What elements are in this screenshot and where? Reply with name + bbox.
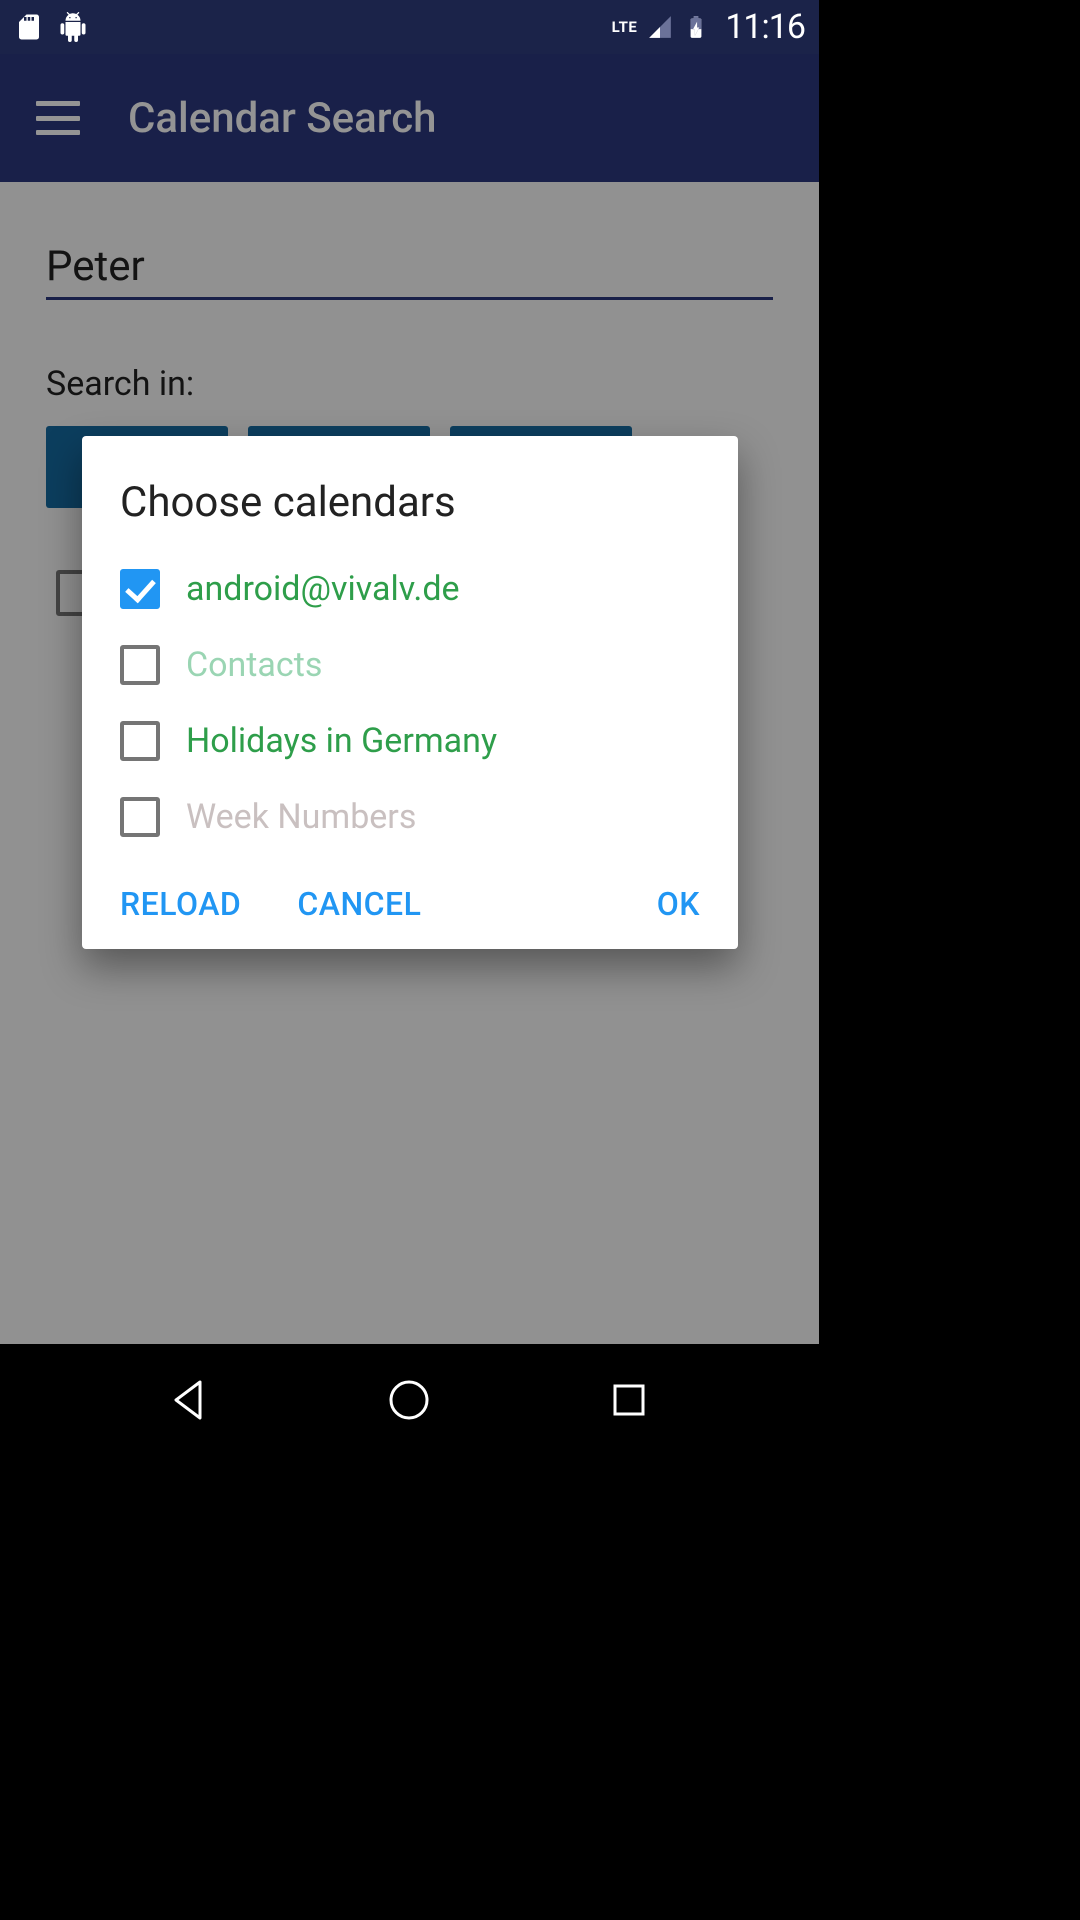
checkbox-unchecked-icon[interactable] — [120, 797, 160, 837]
dialog-title: Choose calendars — [120, 478, 700, 527]
cancel-button[interactable]: CANCEL — [297, 885, 421, 923]
calendar-item-weeknumbers[interactable]: Week Numbers — [120, 797, 700, 837]
back-icon[interactable] — [166, 1376, 214, 1424]
checkbox-unchecked-icon[interactable] — [120, 721, 160, 761]
checkbox-unchecked-icon[interactable] — [120, 645, 160, 685]
home-icon[interactable] — [385, 1376, 433, 1424]
status-left — [14, 12, 88, 42]
navigation-bar — [0, 1344, 819, 1456]
choose-calendars-dialog: Choose calendars android@vivalv.de Conta… — [82, 436, 738, 949]
calendar-label: Holidays in Germany — [186, 721, 497, 761]
battery-charging-icon — [683, 14, 709, 40]
sd-card-icon — [14, 12, 44, 42]
signal-icon — [647, 14, 673, 40]
ok-button[interactable]: OK — [657, 885, 700, 923]
calendar-label: Contacts — [186, 645, 322, 685]
lte-indicator: LTE — [612, 18, 638, 36]
status-right: LTE 11:16 — [612, 7, 805, 47]
checkbox-checked-icon[interactable] — [120, 569, 160, 609]
calendar-item-holidays[interactable]: Holidays in Germany — [120, 721, 700, 761]
reload-button[interactable]: RELOAD — [120, 885, 241, 923]
calendar-item-contacts[interactable]: Contacts — [120, 645, 700, 685]
calendar-label: android@vivalv.de — [186, 569, 460, 609]
android-icon — [58, 12, 88, 42]
recent-apps-icon[interactable] — [605, 1376, 653, 1424]
calendar-item-vivalv[interactable]: android@vivalv.de — [120, 569, 700, 609]
calendar-label: Week Numbers — [186, 797, 416, 837]
clock: 11:16 — [725, 7, 805, 47]
calendar-list: android@vivalv.de Contacts Holidays in G… — [120, 569, 700, 837]
status-bar: LTE 11:16 — [0, 0, 819, 54]
dialog-button-row: RELOAD CANCEL OK — [120, 885, 700, 923]
